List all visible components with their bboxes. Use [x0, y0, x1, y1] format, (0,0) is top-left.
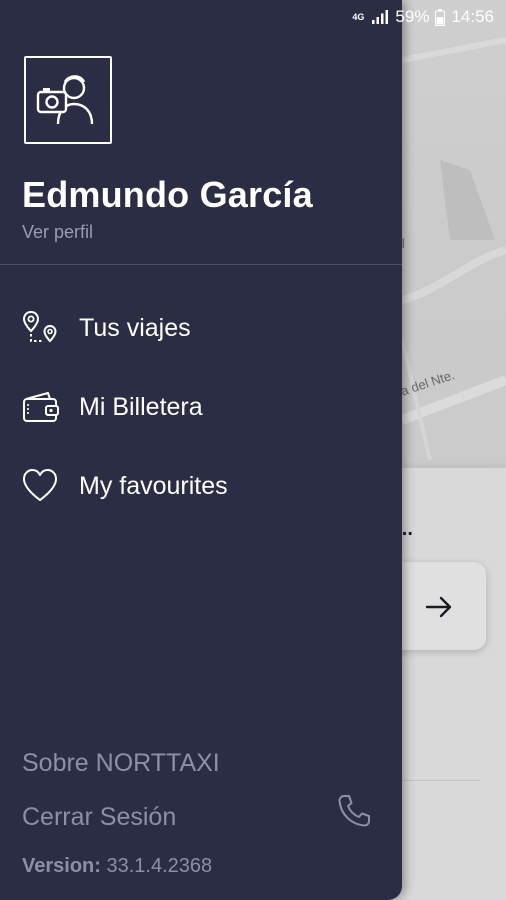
version-label: Version:: [22, 855, 101, 877]
battery-percent: 59%: [395, 7, 430, 26]
wallet-icon: [23, 392, 59, 422]
user-name: Edmundo García: [22, 174, 313, 215]
status-bar: 4G 59% 14:56: [0, 0, 506, 34]
menu-item-wallet[interactable]: Mi Billetera: [0, 375, 402, 439]
battery-icon: [435, 8, 446, 26]
menu-item-label: Mi Billetera: [79, 392, 203, 421]
drawer-divider: [0, 264, 402, 265]
heart-icon: [23, 469, 57, 501]
user-camera-icon: [36, 75, 94, 125]
signal-icon: [372, 10, 389, 24]
menu-item-trips[interactable]: Tus viajes: [0, 296, 402, 360]
menu-item-label: Tus viajes: [79, 313, 191, 342]
logout-link[interactable]: Cerrar Sesión: [22, 803, 176, 832]
network-type-indicator: 4G: [352, 11, 365, 22]
status-time: 14:56: [451, 7, 494, 26]
version-value: 33.1.4.2368: [106, 855, 213, 877]
route-pin-icon: [22, 310, 57, 343]
menu-item-label: My favourites: [79, 471, 228, 500]
view-profile-link[interactable]: Ver perfil: [22, 222, 93, 243]
menu-item-favourites[interactable]: My favourites: [0, 454, 402, 518]
avatar[interactable]: [24, 56, 112, 144]
navigation-drawer: Edmundo García Ver perfil Tus viajes Mi …: [0, 0, 402, 900]
about-link[interactable]: Sobre NORTTAXI: [22, 749, 220, 778]
phone-icon[interactable]: [336, 793, 372, 829]
app-version: Version: 33.1.4.2368: [22, 855, 212, 878]
